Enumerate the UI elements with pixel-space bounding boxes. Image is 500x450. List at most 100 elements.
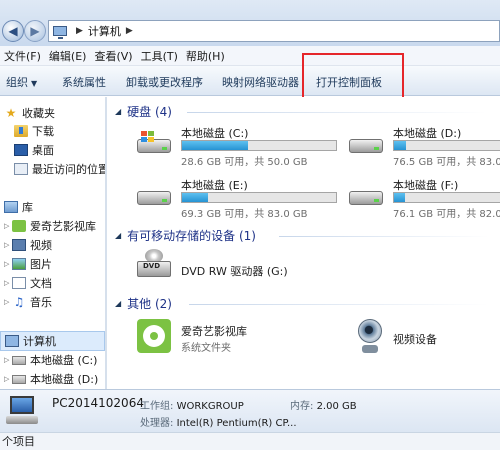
computer-icon [5,335,19,347]
sidebar-item-label: 收藏夹 [22,107,55,120]
drive-free-space: 76.1 GB 可用，共 82.0 [393,209,500,220]
menu-edit[interactable]: 编辑(E) [45,48,91,64]
group-header-other[interactable]: ◢ 其他 (2) [115,295,172,312]
computer-icon [6,396,40,426]
video-device-name[interactable]: 视频设备 [393,331,437,347]
group-divider [279,236,489,237]
documents-folder-icon [12,277,26,289]
music-note-icon: ♫ [13,295,25,309]
windows-drive-icon [137,131,171,155]
group-title: 其他 (2) [127,297,172,311]
sidebar-item-label: 计算机 [23,335,56,348]
collapse-arrow-icon[interactable]: ◢ [115,299,121,308]
workgroup-info: 工作组: WORKGROUP [140,397,244,412]
address-bar-area: ◀ ▶ ▶ 计算机 ▶ [0,0,500,46]
uninstall-program-button[interactable]: 卸载或更改程序 [126,74,203,90]
expand-arrow-icon[interactable]: ▷ [4,356,12,364]
chevron-right-icon[interactable]: ▶ [76,26,83,36]
sidebar-item-documents[interactable]: ▷ 文档 [4,273,52,293]
hard-disk-icon [12,374,26,384]
sidebar-item-music[interactable]: ▷ ♫ 音乐 [4,292,52,312]
menu-view[interactable]: 查看(V) [90,48,136,64]
sidebar-item-iqiyi-library[interactable]: ▷ 爱奇艺影视库 [4,216,96,236]
map-network-drive-button[interactable]: 映射网络驱动器 [222,74,299,90]
library-icon [4,201,18,213]
system-properties-button[interactable]: 系统属性 [62,74,106,90]
drive-usage-bar [181,140,337,151]
dvd-drive-name[interactable]: DVD RW 驱动器 (G:) [181,263,288,279]
sidebar-item-recent-places[interactable]: 最近访问的位置 [14,159,106,179]
sidebar-item-disk-c[interactable]: ▷ 本地磁盘 (C:) [4,350,97,370]
menu-tools[interactable]: 工具(T) [137,48,182,64]
cpu-label: 处理器: [140,418,174,429]
expand-arrow-icon[interactable]: ▷ [4,375,12,383]
group-header-removable[interactable]: ◢ 有可移动存储的设备 (1) [115,227,256,244]
command-bar: 组织 ▼ 系统属性 卸载或更改程序 映射网络驱动器 打开控制面板 [0,66,500,96]
webcam-icon[interactable] [355,319,385,355]
drive-item-e[interactable]: 本地磁盘 (E:) 69.3 GB 可用，共 83.0 GB [137,177,347,221]
film-reel-icon [143,325,165,347]
organize-button[interactable]: 组织 ▼ [6,74,37,90]
sidebar-item-computer[interactable]: 计算机 [0,331,105,351]
group-divider [187,112,487,113]
recent-places-icon [14,163,28,175]
group-divider [189,304,489,305]
sidebar-item-library[interactable]: 库 [4,197,33,217]
memory-value: 2.00 GB [316,401,357,412]
expand-arrow-icon[interactable]: ▷ [4,279,12,287]
iqiyi-library-icon[interactable] [137,319,171,353]
sidebar-item-videos[interactable]: ▷ 视频 [4,235,52,255]
forward-button[interactable]: ▶ [24,20,46,42]
drive-name: 本地磁盘 (C:) [181,127,249,140]
breadcrumb-computer[interactable]: 计算机 [88,23,121,39]
sidebar-item-label: 图片 [30,258,52,271]
dvd-badge: DVD [143,262,161,270]
workgroup-value: WORKGROUP [176,401,244,412]
menu-file[interactable]: 文件(F) [0,48,45,64]
sidebar-item-label: 音乐 [30,296,52,309]
drive-name: 本地磁盘 (F:) [393,179,459,192]
collapse-arrow-icon[interactable]: ◢ [115,231,121,240]
iqiyi-library-name[interactable]: 爱奇艺影视库 [181,323,247,339]
expand-arrow-icon[interactable]: ▷ [4,241,12,249]
sidebar-item-label: 本地磁盘 (D:) [30,373,99,386]
organize-label: 组织 [6,76,28,89]
hard-disk-icon [349,185,383,207]
sidebar-item-pictures[interactable]: ▷ 图片 [4,254,52,274]
expand-arrow-icon[interactable]: ▷ [4,260,12,268]
downloads-folder-icon [14,125,28,137]
sidebar-item-disk-d[interactable]: ▷ 本地磁盘 (D:) [4,369,98,389]
drive-item-d[interactable]: 本地磁盘 (D:) 76.5 GB 可用，共 83.0 [349,125,500,169]
sidebar-item-desktop[interactable]: 桌面 [14,140,54,160]
highlight-annotation-box [302,53,404,103]
expand-arrow-icon[interactable]: ▷ [4,298,12,306]
dvd-drive-icon[interactable]: DVD [137,249,171,279]
drive-name: 本地磁盘 (D:) [393,127,462,140]
cpu-value: Intel(R) Pentium(R) CP... [176,418,297,429]
expand-arrow-icon[interactable]: ▷ [4,222,12,230]
drive-name: 本地磁盘 (E:) [181,179,248,192]
navigation-pane: ★ 收藏夹 下载 桌面 最近访问的位置 库 ▷ 爱奇艺影视库 ▷ 视频 ▷ 图片… [0,97,106,389]
drive-item-c[interactable]: 本地磁盘 (C:) 28.6 GB 可用，共 50.0 GB [137,125,347,169]
sidebar-item-label: 库 [22,201,33,214]
chevron-right-icon[interactable]: ▶ [126,26,133,36]
drive-item-f[interactable]: 本地磁盘 (F:) 76.1 GB 可用，共 82.0 [349,177,500,221]
sidebar-item-label: 文档 [30,277,52,290]
workgroup-label: 工作组: [140,401,174,412]
sidebar-item-favorites[interactable]: ★ 收藏夹 [4,103,55,123]
desktop-icon [14,144,28,156]
back-button[interactable]: ◀ [2,20,24,42]
menu-help[interactable]: 帮助(H) [182,48,229,64]
menu-bar: 文件(F) 编辑(E) 查看(V) 工具(T) 帮助(H) [0,46,500,66]
address-field[interactable]: ▶ 计算机 ▶ [48,20,500,42]
sidebar-item-label: 最近访问的位置 [32,163,106,176]
drive-free-space: 69.3 GB 可用，共 83.0 GB [181,209,308,220]
sidebar-item-label: 下载 [32,125,54,138]
computer-icon [53,26,67,39]
hard-disk-icon [12,355,26,365]
hard-disk-icon [137,185,171,207]
collapse-arrow-icon[interactable]: ◢ [115,107,121,116]
video-folder-icon [12,239,26,251]
group-header-hard-disks[interactable]: ◢ 硬盘 (4) [115,103,172,120]
sidebar-item-downloads[interactable]: 下载 [14,121,54,141]
